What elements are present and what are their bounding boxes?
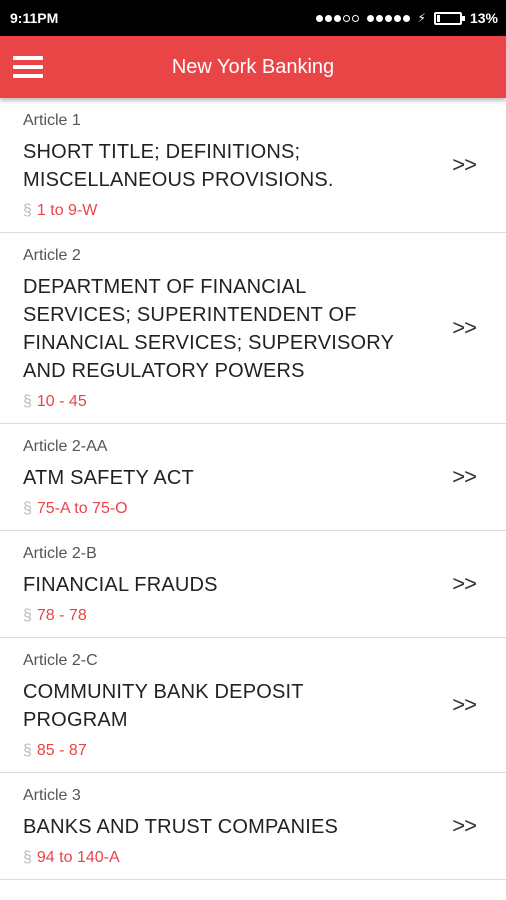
article-number: Article 3 xyxy=(23,787,81,804)
battery-percent: 13% xyxy=(469,10,498,26)
charging-icon: ⚡ xyxy=(417,11,426,25)
battery-icon xyxy=(433,11,465,25)
status-indicators: ⚡ 13% xyxy=(315,10,498,26)
article-number: Article 2-B xyxy=(23,545,97,562)
chevron-right-icon: >> xyxy=(452,571,477,596)
section-range: § 10 - 45 xyxy=(23,393,87,410)
section-range: § 1 to 9-W xyxy=(23,202,98,219)
chevron-right-icon: >> xyxy=(452,315,477,340)
list-item[interactable]: Article 2-C COMMUNITY BANK DEPOSIT PROGR… xyxy=(0,638,506,773)
hamburger-menu-icon[interactable] xyxy=(10,49,46,85)
status-time: 9:11PM xyxy=(10,10,59,26)
article-number: Article 1 xyxy=(23,112,81,129)
signal-icon xyxy=(315,14,359,22)
section-range: § 85 - 87 xyxy=(23,742,87,759)
wifi-signal-icon xyxy=(366,14,410,22)
list-item[interactable]: Article 1 SHORT TITLE; DEFINITIONS; MISC… xyxy=(0,98,506,233)
status-bar: 9:11PM ⚡ 13% xyxy=(0,0,506,36)
article-title: SHORT TITLE; DEFINITIONS; MISCELLANEOUS … xyxy=(23,141,334,191)
section-range: § 94 to 140-A xyxy=(23,849,120,866)
article-title: BANKS AND TRUST COMPANIES xyxy=(23,816,339,838)
article-list: Article 1 SHORT TITLE; DEFINITIONS; MISC… xyxy=(0,98,506,880)
section-symbol: § xyxy=(23,393,32,410)
section-symbol: § xyxy=(23,202,32,219)
section-symbol: § xyxy=(23,500,32,517)
app-bar: New York Banking xyxy=(0,36,506,98)
list-item[interactable]: Article 2 DEPARTMENT OF FINANCIAL SERVIC… xyxy=(0,233,506,424)
article-title: FINANCIAL FRAUDS xyxy=(23,574,218,596)
section-symbol: § xyxy=(23,742,32,759)
article-title: DEPARTMENT OF FINANCIAL SERVICES; SUPERI… xyxy=(23,276,394,382)
section-symbol: § xyxy=(23,849,32,866)
section-range: § 78 - 78 xyxy=(23,607,87,624)
article-number: Article 2 xyxy=(23,247,81,264)
chevron-right-icon: >> xyxy=(452,813,477,838)
section-range: § 75-A to 75-O xyxy=(23,500,128,517)
section-symbol: § xyxy=(23,607,32,624)
article-number: Article 2-C xyxy=(23,652,98,669)
list-item[interactable]: Article 2-AA ATM SAFETY ACT § 75-A to 75-… xyxy=(0,424,506,531)
chevron-right-icon: >> xyxy=(452,464,477,489)
chevron-right-icon: >> xyxy=(452,692,477,717)
chevron-right-icon: >> xyxy=(452,152,477,177)
article-number: Article 2-AA xyxy=(23,438,108,455)
app-title: New York Banking xyxy=(171,55,335,78)
list-item[interactable]: Article 3 BANKS AND TRUST COMPANIES § 94 … xyxy=(0,773,506,880)
article-title: ATM SAFETY ACT xyxy=(23,467,194,489)
article-title: COMMUNITY BANK DEPOSIT PROGRAM xyxy=(23,681,304,731)
list-item[interactable]: Article 2-B FINANCIAL FRAUDS § 78 - 78 >> xyxy=(0,531,506,638)
